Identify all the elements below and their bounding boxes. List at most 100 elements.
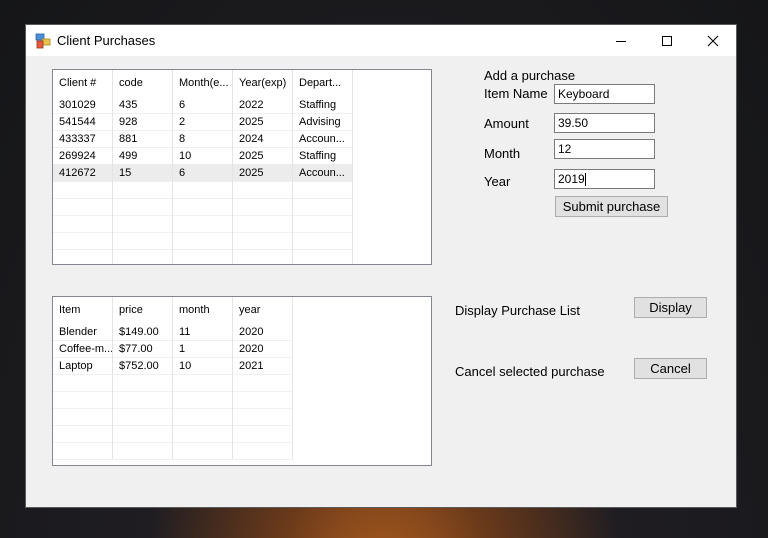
table-cell: 2022 [233, 96, 293, 113]
empty-cell [173, 232, 233, 249]
table-cell: $752.00 [113, 357, 173, 374]
empty-cell [173, 408, 233, 425]
table-row[interactable]: 301029 435 6 2022 Staffing [53, 96, 353, 114]
table-cell: 2024 [233, 130, 293, 147]
empty-cell [233, 249, 293, 264]
table-cell: 2020 [233, 323, 293, 340]
table-cell: 15 [113, 164, 173, 181]
table-row-selected[interactable]: 412672 15 6 2025 Accoun... [53, 164, 353, 182]
empty-cell [173, 391, 233, 408]
empty-row [53, 198, 353, 216]
table-cell: 2020 [233, 340, 293, 357]
month-label: Month [484, 146, 521, 161]
empty-cell [233, 425, 293, 442]
table-cell: Coffee-m... [53, 340, 113, 357]
cancel-button[interactable]: Cancel [634, 358, 707, 379]
table-cell: 6 [173, 96, 233, 113]
table-cell: 6 [173, 164, 233, 181]
empty-cell [113, 232, 173, 249]
empty-cell [293, 232, 353, 249]
month-input[interactable]: 12 [554, 139, 655, 159]
table-cell: 301029 [53, 96, 113, 113]
table-cell: Laptop [53, 357, 113, 374]
table-cell: 2 [173, 113, 233, 130]
empty-cell [233, 198, 293, 215]
column-header[interactable]: Year(exp) [233, 70, 293, 96]
table-row[interactable]: 433337 881 8 2024 Accoun... [53, 130, 353, 148]
table-row[interactable]: 269924 499 10 2025 Staffing [53, 147, 353, 165]
empty-cell [173, 198, 233, 215]
empty-cell [113, 215, 173, 232]
table-row[interactable]: 541544 928 2 2025 Advising [53, 113, 353, 131]
empty-cell [173, 442, 233, 459]
empty-row [53, 215, 353, 233]
empty-cell [113, 408, 173, 425]
empty-cell [173, 374, 233, 391]
add-purchase-heading: Add a purchase [484, 68, 576, 83]
table-cell: Staffing [293, 147, 353, 164]
empty-cell [53, 442, 113, 459]
empty-cell [173, 425, 233, 442]
amount-input[interactable]: 39.50 [554, 113, 655, 133]
empty-cell [113, 198, 173, 215]
empty-row [53, 249, 353, 264]
table-row[interactable]: Laptop $752.00 10 2021 [53, 357, 293, 375]
empty-row [53, 232, 353, 250]
empty-cell [113, 391, 173, 408]
display-button[interactable]: Display [634, 297, 707, 318]
empty-cell [113, 425, 173, 442]
column-header[interactable]: price [113, 297, 173, 323]
cancel-selected-purchase-label: Cancel selected purchase [455, 364, 605, 379]
year-input-value: 2019 [558, 172, 585, 186]
table-cell: 10 [173, 357, 233, 374]
empty-row [53, 181, 353, 199]
table-cell: 412672 [53, 164, 113, 181]
title-bar[interactable]: Client Purchases [26, 25, 736, 56]
display-purchase-list-label: Display Purchase List [455, 303, 580, 318]
empty-cell [53, 181, 113, 198]
table-row[interactable]: Coffee-m... $77.00 1 2020 [53, 340, 293, 358]
column-header[interactable]: Client # [53, 70, 113, 96]
table-cell: 881 [113, 130, 173, 147]
close-button[interactable] [690, 25, 736, 56]
purchases-grid-header: Item price month year [53, 297, 293, 323]
column-header[interactable]: code [113, 70, 173, 96]
empty-cell [113, 249, 173, 264]
column-header[interactable]: Month(e... [173, 70, 233, 96]
table-cell: 2025 [233, 164, 293, 181]
purchases-grid[interactable]: Item price month year Blender $149.00 11… [52, 296, 432, 466]
empty-cell [53, 425, 113, 442]
column-header[interactable]: Item [53, 297, 113, 323]
column-header[interactable]: month [173, 297, 233, 323]
minimize-button[interactable] [598, 25, 644, 56]
empty-row [53, 408, 293, 426]
table-cell: Staffing [293, 96, 353, 113]
minimize-icon [616, 40, 626, 42]
column-header[interactable]: Depart... [293, 70, 353, 96]
year-input[interactable]: 2019 [554, 169, 655, 189]
item-name-input[interactable]: Keyboard [554, 84, 655, 104]
table-cell: Advising [293, 113, 353, 130]
table-cell: Accoun... [293, 164, 353, 181]
empty-cell [233, 408, 293, 425]
maximize-icon [662, 35, 672, 46]
maximize-button[interactable] [644, 25, 690, 56]
table-cell: Blender [53, 323, 113, 340]
empty-cell [293, 215, 353, 232]
empty-cell [233, 391, 293, 408]
empty-cell [233, 232, 293, 249]
table-cell: 928 [113, 113, 173, 130]
table-cell: 8 [173, 130, 233, 147]
column-header[interactable]: year [233, 297, 293, 323]
year-label: Year [484, 174, 511, 189]
empty-cell [53, 408, 113, 425]
submit-purchase-button[interactable]: Submit purchase [555, 196, 668, 217]
clients-grid[interactable]: Client # code Month(e... Year(exp) Depar… [52, 69, 432, 265]
empty-cell [293, 198, 353, 215]
empty-cell [53, 249, 113, 264]
empty-row [53, 425, 293, 443]
table-row[interactable]: Blender $149.00 11 2020 [53, 323, 293, 341]
empty-cell [53, 198, 113, 215]
amount-label: Amount [484, 116, 529, 131]
table-cell: 1 [173, 340, 233, 357]
